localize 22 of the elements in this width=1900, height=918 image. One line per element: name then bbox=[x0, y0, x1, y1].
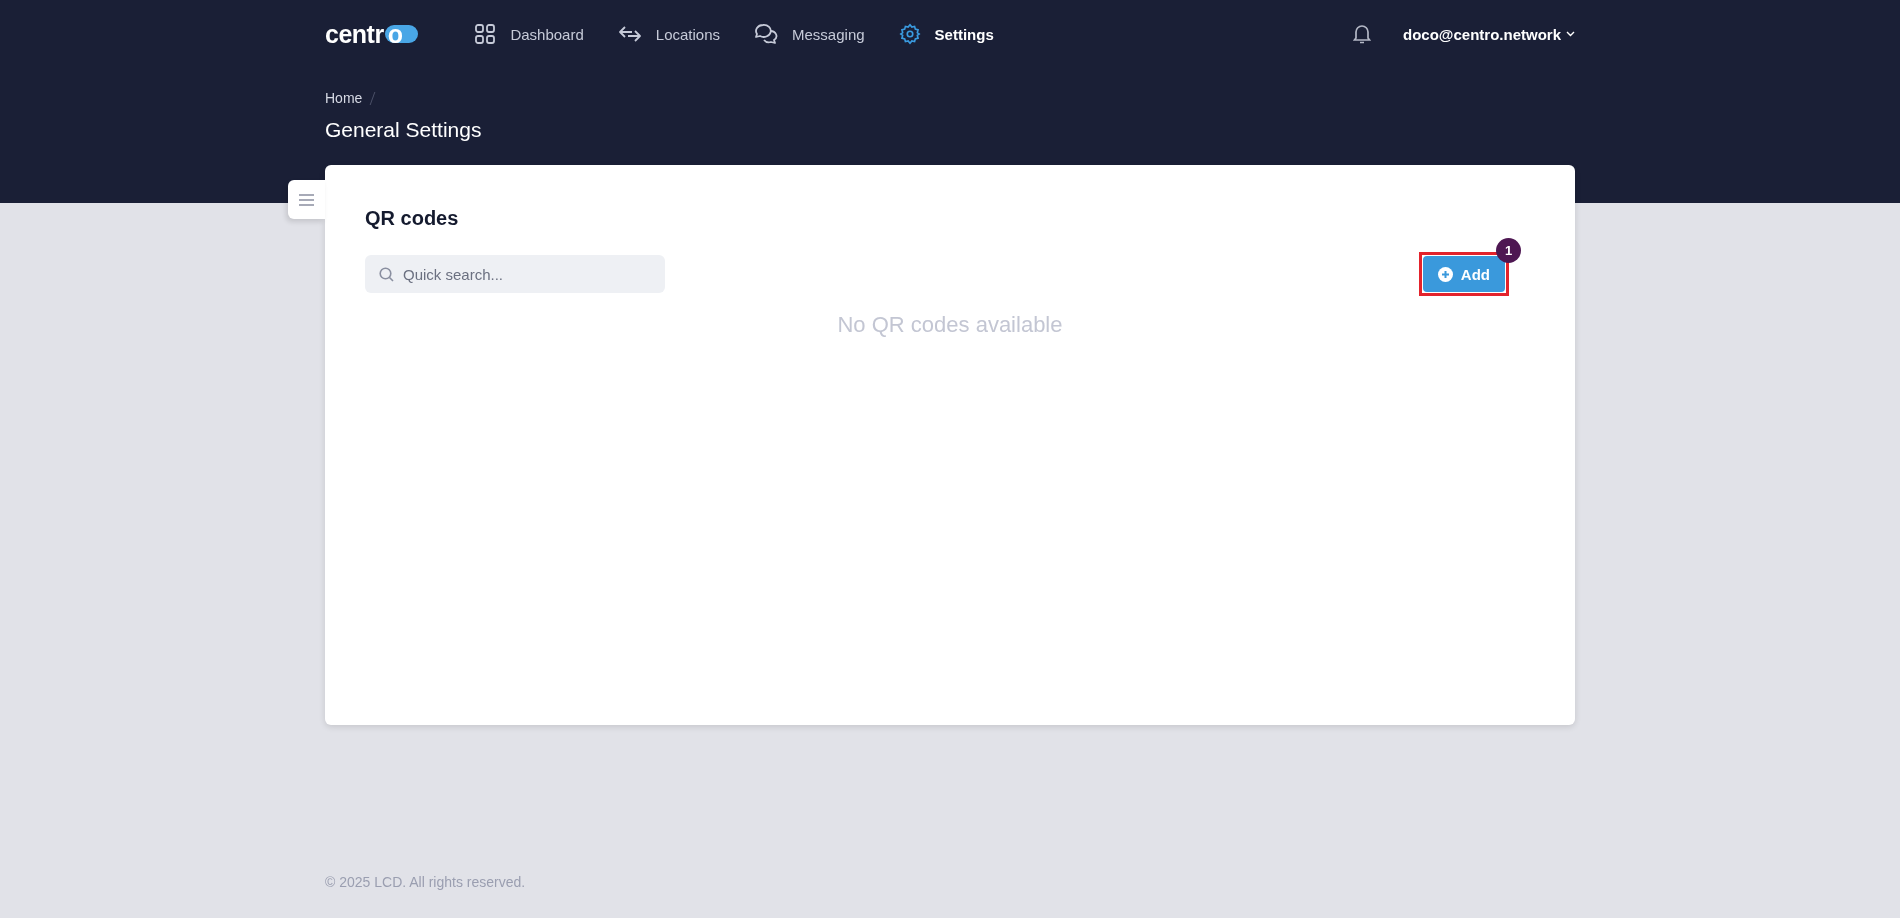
nav-link[interactable]: Dashboard bbox=[474, 23, 584, 45]
grid-icon bbox=[474, 23, 497, 45]
arrows-icon bbox=[617, 24, 642, 44]
chat-bubbles-icon bbox=[754, 23, 779, 45]
nav-link[interactable]: Messaging bbox=[754, 23, 865, 45]
settings-icon bbox=[898, 23, 921, 45]
empty-message: No QR codes available bbox=[836, 312, 1064, 338]
step-badge: 1 bbox=[1496, 238, 1521, 263]
menu-icon bbox=[299, 193, 314, 206]
menu-toggle-button[interactable] bbox=[288, 180, 325, 219]
chevron-down-icon bbox=[1566, 31, 1575, 37]
bell-icon[interactable] bbox=[1353, 24, 1371, 44]
nav-link[interactable]: Settings bbox=[898, 23, 994, 45]
breadcrumb-link[interactable]: Home bbox=[325, 90, 363, 106]
search-field[interactable]: Quick search... bbox=[365, 255, 665, 293]
user-menu[interactable]: doco@centro.network bbox=[1403, 25, 1575, 43]
nav-link[interactable]: Locations bbox=[617, 23, 721, 45]
logo[interactable]: centr o bbox=[325, 19, 419, 49]
card-title: QR codes bbox=[365, 207, 460, 230]
page-title: General Settings bbox=[325, 118, 483, 142]
plus-circle-icon bbox=[1437, 266, 1453, 282]
copyright-text: © 2025 LCD. All rights reserved. bbox=[325, 874, 526, 890]
